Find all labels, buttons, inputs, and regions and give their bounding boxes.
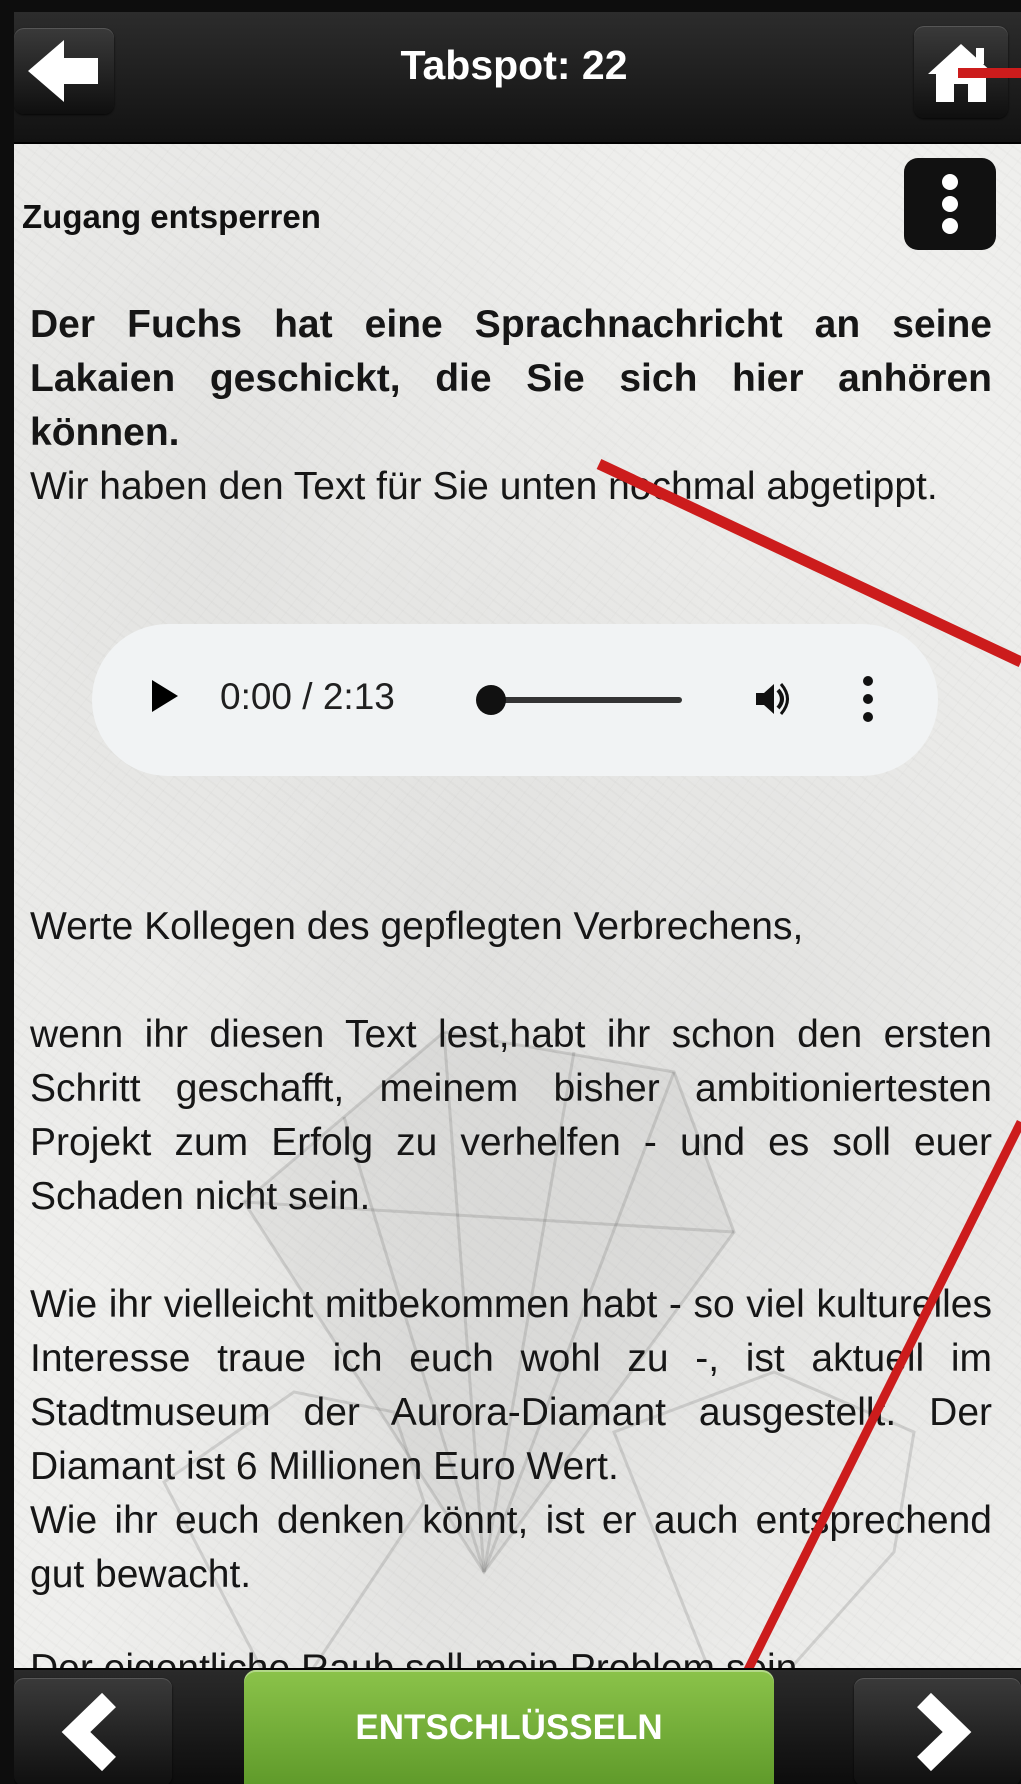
more-menu-button[interactable] [904, 158, 996, 250]
top-app-bar: Tabspot: 22 [14, 12, 1021, 144]
play-icon[interactable] [152, 680, 178, 712]
back-button[interactable] [14, 28, 114, 114]
previous-button[interactable] [14, 1678, 172, 1784]
page-title: Tabspot: 22 [400, 42, 628, 88]
decrypt-button[interactable]: ENTSCHLÜSSELN [244, 1670, 774, 1784]
audio-seek-track[interactable] [482, 697, 682, 703]
letter-greeting: Werte Kollegen des gepflegten Verbrechen… [30, 905, 804, 948]
letter-paragraph-2: Wie ihr vielleicht mitbekommen habt - so… [30, 1283, 992, 1488]
audio-time: 0:00 / 2:13 [220, 676, 395, 717]
intro-normal: Wir haben den Text für Sie unten nochmal… [30, 465, 938, 508]
next-button[interactable] [854, 1678, 1021, 1784]
letter-paragraph-1: wenn ihr diesen Text lest,habt ihr schon… [30, 1013, 992, 1218]
app-screen: Tabspot: 22 Zugang entsperren Der Fuchs … [14, 12, 1021, 1784]
device-frame: Tabspot: 22 Zugang entsperren Der Fuchs … [0, 0, 1021, 1784]
chevron-right-icon [917, 1692, 972, 1772]
volume-icon[interactable] [750, 676, 796, 722]
annotation-arrow-top [958, 68, 1021, 78]
letter-text: Werte Kollegen des gepflegten Verbrechen… [30, 900, 992, 1602]
arrow-left-icon [28, 40, 98, 102]
intro-text: Der Fuchs hat eine Sprachnachricht an se… [30, 298, 992, 514]
audio-more-icon[interactable] [862, 676, 874, 724]
letter-paragraph-3: Wie ihr euch denken könnt, ist er auch e… [30, 1499, 992, 1596]
chevron-left-icon [61, 1692, 116, 1772]
bottom-nav-bar: ENTSCHLÜSSELN [14, 1668, 1021, 1784]
audio-player: 0:00 / 2:13 [92, 624, 938, 776]
section-title: Zugang entsperren [22, 198, 321, 235]
intro-bold: Der Fuchs hat eine Sprachnachricht an se… [30, 303, 992, 454]
letter-cut-line: Der eigentliche Raub soll mein Problem s… [30, 1642, 992, 1668]
audio-seek-knob[interactable] [476, 685, 506, 715]
